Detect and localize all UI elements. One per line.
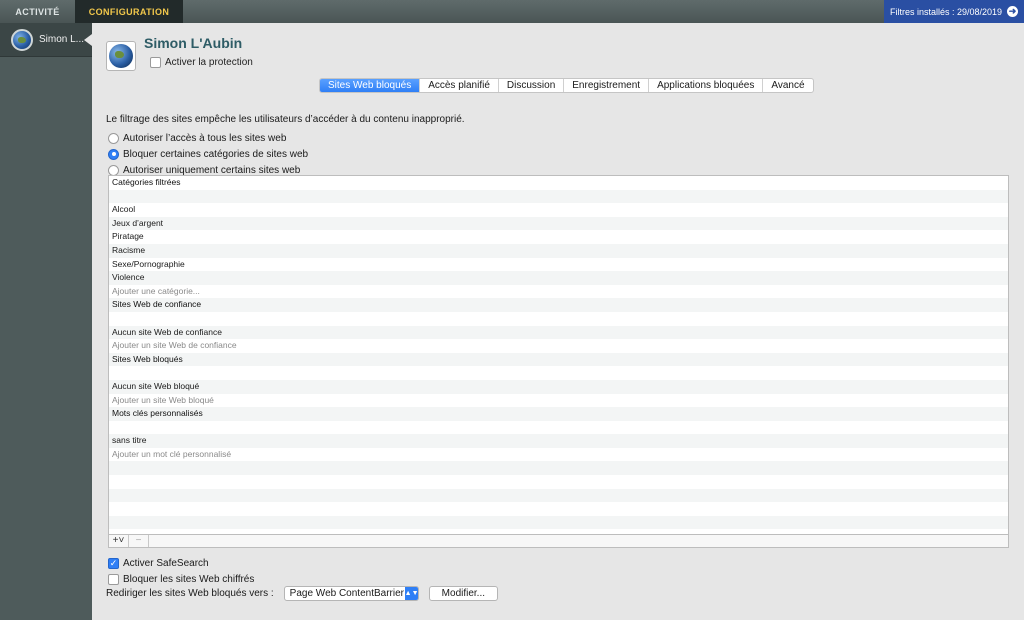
add-row-placeholder[interactable]: Ajouter un site Web bloqué bbox=[109, 394, 1008, 408]
protection-checkbox[interactable] bbox=[150, 57, 161, 68]
encrypted-label: Bloquer les sites Web chiffrés bbox=[123, 573, 255, 585]
table-row[interactable]: Sexe/Pornographie bbox=[109, 258, 1008, 272]
safesearch-label: Activer SafeSearch bbox=[123, 557, 209, 569]
tab-scheduled-access[interactable]: Accès planifié bbox=[420, 79, 499, 92]
safesearch-row[interactable]: ✓ Activer SafeSearch bbox=[108, 555, 254, 571]
filter-list-table: Catégories filtrées Alcool Jeux d’argent Pi… bbox=[108, 175, 1009, 548]
tab-configuration[interactable]: CONFIGURATION bbox=[75, 0, 183, 23]
modify-button[interactable]: Modifier... bbox=[428, 586, 499, 601]
tab-blocked-apps[interactable]: Applications bloquées bbox=[649, 79, 764, 92]
add-menu-button[interactable]: +˅ bbox=[109, 535, 129, 547]
chevron-updown-icon: ▲▼ bbox=[404, 587, 419, 600]
sidebar-user-label: Simon L... bbox=[39, 34, 85, 45]
filters-installed-button[interactable]: Filtres installés : 29/08/2019 ➜ bbox=[884, 0, 1024, 23]
list-toolbar: +˅ − bbox=[108, 534, 1009, 548]
radio-button[interactable] bbox=[108, 164, 119, 176]
empty-row bbox=[109, 488, 1008, 503]
table-row[interactable]: Piratage bbox=[109, 230, 1008, 244]
table-row bbox=[109, 189, 1008, 204]
add-row-placeholder[interactable]: Ajouter une catégorie... bbox=[109, 285, 1008, 299]
user-name: Simon L'Aubin bbox=[144, 35, 243, 51]
encrypted-row[interactable]: Bloquer les sites Web chiffrés bbox=[108, 571, 254, 587]
top-bar-spacer bbox=[183, 0, 884, 23]
empty-row bbox=[109, 502, 1008, 516]
radio-button[interactable] bbox=[108, 148, 119, 160]
add-row-placeholder[interactable]: Ajouter un mot clé personnalisé bbox=[109, 448, 1008, 462]
arrow-right-circle-icon: ➜ bbox=[1007, 6, 1019, 17]
options-group: ✓ Activer SafeSearch Bloquer les sites W… bbox=[108, 555, 254, 587]
empty-row bbox=[109, 515, 1008, 530]
filter-description: Le filtrage des sites empêche les utilis… bbox=[106, 114, 465, 125]
redirect-label: Rediriger les sites Web bloqués vers : bbox=[106, 588, 274, 599]
settings-tabs: Sites Web bloqués Accès planifié Discuss… bbox=[319, 78, 814, 93]
filter-mode-radios: Autoriser l’accès à tous les sites web B… bbox=[108, 130, 308, 178]
main-panel: Simon L'Aubin Activer la protection Site… bbox=[92, 23, 1024, 620]
tab-blocked-websites[interactable]: Sites Web bloqués bbox=[320, 79, 421, 92]
table-row[interactable]: sans titre bbox=[109, 434, 1008, 448]
radio-allow-all[interactable]: Autoriser l’accès à tous les sites web bbox=[108, 130, 308, 146]
protection-row[interactable]: Activer la protection bbox=[150, 57, 253, 68]
section-header-row: Sites Web de confiance bbox=[109, 298, 1008, 312]
avatar[interactable] bbox=[106, 41, 136, 71]
section-header-row: Catégories filtrées bbox=[112, 177, 181, 187]
radio-button[interactable] bbox=[108, 132, 119, 144]
table-row[interactable]: Aucun site Web bloqué bbox=[109, 379, 1008, 394]
empty-row bbox=[109, 475, 1008, 489]
filters-installed-label: Filtres installés : 29/08/2019 bbox=[889, 6, 1003, 17]
redirect-select[interactable]: Page Web ContentBarrier ▲▼ bbox=[283, 586, 419, 601]
table-row[interactable]: Racisme bbox=[109, 243, 1008, 258]
selection-pointer bbox=[84, 34, 92, 46]
user-header: Simon L'Aubin Activer la protection bbox=[106, 33, 253, 71]
table-row bbox=[109, 312, 1008, 326]
table-row bbox=[109, 421, 1008, 435]
radio-block-categories[interactable]: Bloquer certaines catégories de sites we… bbox=[108, 146, 308, 162]
encrypted-checkbox[interactable] bbox=[108, 573, 119, 585]
safesearch-checkbox[interactable]: ✓ bbox=[108, 557, 119, 569]
table-row[interactable]: Jeux d’argent bbox=[109, 216, 1008, 231]
section-header-row: Mots clés personnalisés bbox=[109, 407, 1008, 421]
tab-activity[interactable]: ACTIVITÉ bbox=[0, 0, 75, 23]
radio-label: Autoriser uniquement certains sites web bbox=[123, 164, 301, 176]
redirect-row: Rediriger les sites Web bloqués vers : P… bbox=[106, 586, 499, 601]
remove-button[interactable]: − bbox=[129, 535, 149, 547]
table-row bbox=[109, 366, 1008, 380]
table-row[interactable]: Violence bbox=[109, 271, 1008, 285]
empty-row bbox=[109, 461, 1008, 476]
tab-advanced[interactable]: Avancé bbox=[763, 79, 812, 92]
radio-label: Autoriser l’accès à tous les sites web bbox=[123, 132, 287, 144]
table-row[interactable]: Aucun site Web de confiance bbox=[109, 325, 1008, 340]
table-row[interactable]: Alcool bbox=[109, 203, 1008, 217]
section-header-row: Sites Web bloqués bbox=[109, 352, 1008, 367]
radio-label: Bloquer certaines catégories de sites we… bbox=[123, 148, 309, 160]
globe-avatar-icon bbox=[11, 28, 33, 51]
sidebar-item-user[interactable]: Simon L... bbox=[0, 23, 92, 57]
top-bar: ACTIVITÉ CONFIGURATION Filtres installés… bbox=[0, 0, 1024, 23]
redirect-selected-value: Page Web ContentBarrier bbox=[289, 588, 404, 599]
sidebar: Simon L... bbox=[0, 23, 92, 620]
tab-chat[interactable]: Discussion bbox=[499, 79, 565, 92]
globe-avatar-icon bbox=[109, 44, 133, 68]
tab-logging[interactable]: Enregistrement bbox=[564, 79, 650, 92]
protection-label: Activer la protection bbox=[165, 57, 253, 68]
add-row-placeholder[interactable]: Ajouter un site Web de confiance bbox=[109, 339, 1008, 353]
